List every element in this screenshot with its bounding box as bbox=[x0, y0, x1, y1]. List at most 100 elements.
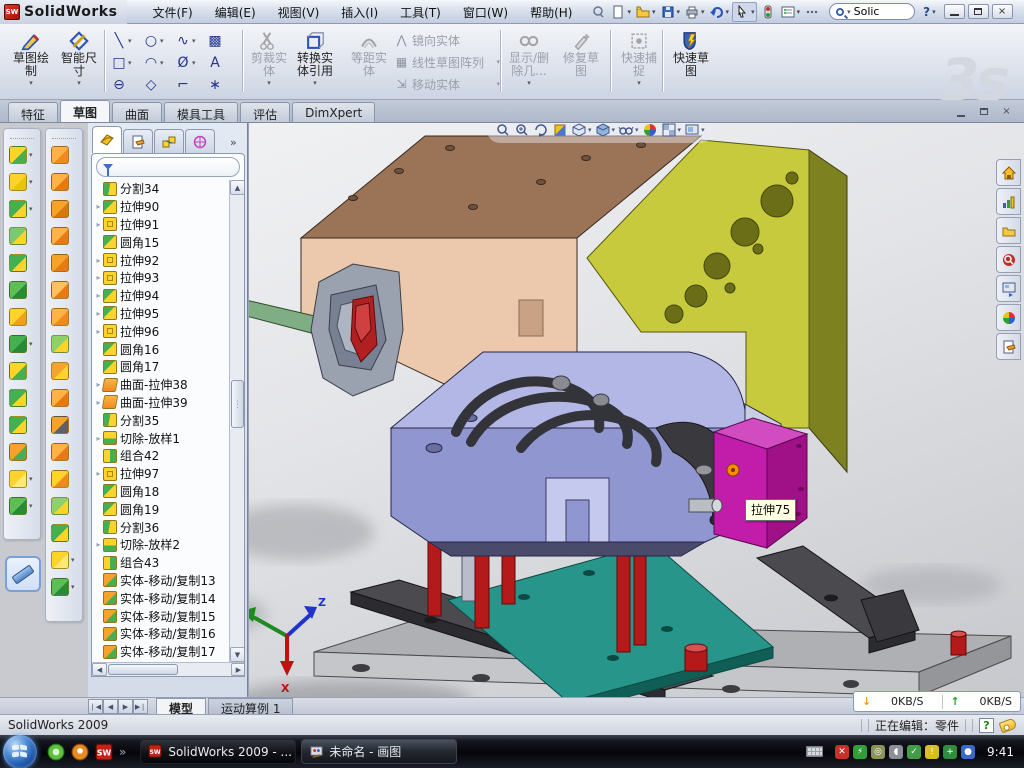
search-input[interactable] bbox=[854, 5, 900, 18]
doc-close-button[interactable]: × bbox=[997, 104, 1016, 119]
view-orientation-icon[interactable]: ▾ bbox=[571, 123, 592, 138]
new-document-icon[interactable]: ▾ bbox=[609, 2, 632, 22]
boundary-surface-button[interactable] bbox=[46, 330, 82, 357]
zoom-fit-icon[interactable] bbox=[495, 123, 511, 138]
tree-item[interactable]: 实体-移动/复制17 bbox=[92, 643, 230, 661]
stoplight-icon[interactable] bbox=[759, 2, 777, 22]
tree-item[interactable]: 组合43 bbox=[92, 554, 230, 572]
part-slide-block[interactable] bbox=[714, 418, 807, 548]
tree-item[interactable]: ▸拉伸91 bbox=[92, 216, 230, 234]
help-chevron-icon[interactable]: ▾ bbox=[932, 8, 936, 16]
spline-icon[interactable]: ∿▾ bbox=[174, 33, 206, 49]
linear-pattern-button[interactable]: ▾ bbox=[4, 330, 40, 357]
menu-h[interactable]: 帮助(H) bbox=[519, 0, 583, 24]
instant3d-button[interactable]: ▾ bbox=[4, 465, 40, 492]
print-icon[interactable]: ▾ bbox=[683, 2, 706, 22]
thicken-button[interactable] bbox=[46, 357, 82, 384]
menu-e[interactable]: 编辑(E) bbox=[204, 0, 267, 24]
model-canvas[interactable]: Y Z X bbox=[249, 123, 1024, 697]
hscrollbar-thumb[interactable] bbox=[108, 664, 178, 675]
doc-minimize-button[interactable] bbox=[951, 104, 970, 119]
rapid-sketch-button[interactable]: 快速草图 bbox=[668, 27, 714, 95]
ribbon-tab-曲面[interactable]: 曲面 bbox=[112, 102, 162, 122]
move-copy-body-button[interactable] bbox=[4, 438, 40, 465]
line-icon[interactable]: ╲▾ bbox=[110, 33, 142, 49]
propertymanager-tab[interactable] bbox=[123, 129, 153, 153]
edit-appearance-icon[interactable] bbox=[642, 123, 658, 138]
display-style-icon[interactable]: ▾ bbox=[595, 123, 616, 138]
tree-item[interactable]: ▸拉伸93 bbox=[92, 269, 230, 287]
tree-item[interactable]: 圆角19 bbox=[92, 500, 230, 518]
arc-icon[interactable]: ◠▾ bbox=[142, 55, 174, 71]
taskbar-clock[interactable]: 9:41 bbox=[987, 745, 1014, 759]
tree-item[interactable]: 实体-移动/复制13 bbox=[92, 572, 230, 590]
measure-button[interactable] bbox=[5, 556, 41, 592]
network-warning-tray-icon[interactable]: ! bbox=[925, 745, 939, 759]
certificate-tray-icon[interactable]: ◎ bbox=[871, 745, 885, 759]
tree-item[interactable]: ▸拉伸92 bbox=[92, 251, 230, 269]
mirror-button[interactable] bbox=[4, 357, 40, 384]
restore-button[interactable] bbox=[968, 4, 989, 19]
convert-button[interactable]: 转换实体引用▾ bbox=[292, 27, 338, 95]
spline-surface-button[interactable]: ▾ bbox=[46, 573, 82, 600]
messenger-quicklaunch-icon[interactable] bbox=[47, 743, 65, 761]
rectangle-icon[interactable]: □▾ bbox=[110, 55, 142, 71]
planar-surface-button[interactable] bbox=[46, 303, 82, 330]
scroll-left-button[interactable]: ◀ bbox=[92, 663, 107, 676]
minimize-button[interactable] bbox=[944, 4, 965, 19]
fillet-button[interactable]: ▾ bbox=[4, 195, 40, 222]
close-button[interactable]: × bbox=[992, 4, 1013, 19]
combine-button[interactable] bbox=[4, 384, 40, 411]
ribbon-tab-特征[interactable]: 特征 bbox=[8, 102, 58, 122]
shield-green-tray-icon[interactable]: ⚡ bbox=[853, 745, 867, 759]
ribbon-tab-DimXpert[interactable]: DimXpert bbox=[292, 102, 375, 122]
view-palette-tab[interactable] bbox=[996, 275, 1021, 302]
tree-filter-input[interactable] bbox=[96, 157, 240, 177]
dimxpertmanager-tab[interactable] bbox=[185, 129, 215, 153]
swept-boss-button[interactable] bbox=[4, 222, 40, 249]
solidworks-resources-tab[interactable] bbox=[996, 159, 1021, 186]
extend-surface-button[interactable] bbox=[46, 465, 82, 492]
scroll-right-button[interactable]: ▶ bbox=[231, 663, 245, 676]
file-explorer-tab[interactable] bbox=[996, 217, 1021, 244]
replace-face-button[interactable] bbox=[46, 438, 82, 465]
menu-f[interactable]: 文件(F) bbox=[141, 0, 203, 24]
dome-button[interactable] bbox=[46, 222, 82, 249]
appearances-scenes-tab[interactable] bbox=[996, 304, 1021, 331]
split-button[interactable] bbox=[4, 411, 40, 438]
tree-item[interactable]: ▸曲面-拉伸38 bbox=[92, 376, 230, 394]
quick-tips-icon[interactable]: ? bbox=[979, 718, 994, 733]
start-button[interactable] bbox=[3, 735, 37, 768]
more-icon[interactable] bbox=[803, 2, 821, 22]
tab-prev-button[interactable]: ◀ bbox=[103, 699, 118, 714]
zoom-to-area-icon[interactable] bbox=[514, 123, 530, 138]
tab-last-button[interactable]: ▶❘ bbox=[133, 699, 148, 714]
part-stop-pin-2[interactable] bbox=[951, 631, 966, 655]
text-icon[interactable]: A bbox=[206, 55, 238, 71]
tag-icon[interactable] bbox=[999, 717, 1018, 733]
tree-item[interactable]: 实体-移动/复制16 bbox=[92, 625, 230, 643]
tree-item[interactable]: ▸拉伸90 bbox=[92, 198, 230, 216]
configurationmanager-tab[interactable] bbox=[154, 129, 184, 153]
flex-button[interactable] bbox=[46, 249, 82, 276]
panel-tabs-overflow[interactable]: » bbox=[230, 136, 237, 153]
rotate-view-icon[interactable] bbox=[533, 123, 549, 138]
tab-next-button[interactable]: ▶ bbox=[118, 699, 133, 714]
solidworks-quicklaunch-icon[interactable]: SW bbox=[95, 743, 113, 761]
apply-scene-icon[interactable]: ▾ bbox=[661, 123, 682, 138]
open-icon[interactable]: ▾ bbox=[634, 2, 657, 22]
slot-icon[interactable]: ⊖ bbox=[110, 77, 142, 93]
circle-icon[interactable]: ○▾ bbox=[142, 33, 174, 49]
tree-item[interactable]: 组合42 bbox=[92, 447, 230, 465]
search-input-wrap[interactable]: ▾ bbox=[829, 3, 915, 20]
menu-i[interactable]: 插入(I) bbox=[330, 0, 389, 24]
tree-item[interactable]: ▸切除-放样1 bbox=[92, 429, 230, 447]
menu-w[interactable]: 窗口(W) bbox=[452, 0, 519, 24]
menu-v[interactable]: 视图(V) bbox=[267, 0, 331, 24]
scroll-down-button[interactable]: ▼ bbox=[230, 647, 245, 662]
wrap-button[interactable] bbox=[46, 195, 82, 222]
tree-item[interactable]: ▸拉伸97 bbox=[92, 465, 230, 483]
view-settings-icon[interactable]: ▾ bbox=[684, 123, 705, 138]
tree-item[interactable]: ▸拉伸96 bbox=[92, 322, 230, 340]
tree-item[interactable]: 圆角15 bbox=[92, 233, 230, 251]
